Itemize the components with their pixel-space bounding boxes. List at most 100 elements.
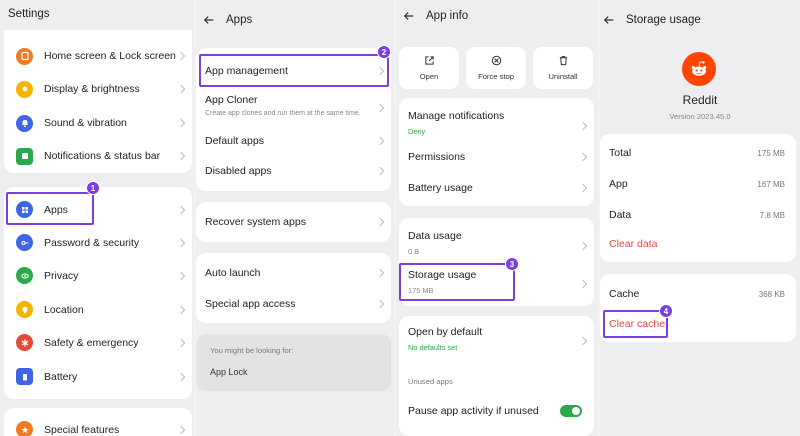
key-icon [16,234,33,251]
clear-cache-highlight-box [603,310,668,338]
trash-icon [559,56,567,66]
settings-item-label: Location [44,303,84,316]
disabled-apps-item[interactable]: Disabled apps [196,156,391,186]
data-size-label: Data [609,209,632,221]
open-by-default-item[interactable]: Open by default No defaults set [399,322,594,356]
clear-data-button[interactable]: Clear data [609,238,657,250]
app-info-header: App info [396,0,598,32]
special-app-access-label: Special app access [205,298,296,310]
reddit-app-icon [682,52,716,86]
settings-item-home-screen[interactable]: Home screen & Lock screen [4,40,192,72]
recover-system-apps-label: Recover system apps [205,216,306,228]
settings-item-location[interactable]: Location [4,293,192,326]
settings-item-label: Safety & emergency [44,336,139,349]
star-icon [16,421,33,436]
storage-breakdown-card: Total 175 MB App 167 MB Data 7.8 MB Clea… [600,134,796,262]
default-apps-item[interactable]: Default apps [196,126,391,156]
app-size-value: 167 MB [757,180,785,189]
battery-icon [16,368,33,385]
step-badge-4: 4 [659,304,673,318]
sun-icon [16,80,33,98]
data-usage-label: Data usage [408,230,462,242]
settings-item-label: Sound & vibration [44,117,127,129]
battery-usage-label: Battery usage [408,182,473,194]
settings-item-safety[interactable]: Safety & emergency [4,326,192,359]
suggestions-card: You might be looking for: App Lock [196,334,391,391]
settings-item-label: Password & security [44,236,140,249]
storage-usage-header: Storage usage [600,0,800,40]
unused-apps-heading: Unused apps [408,377,453,386]
battery-usage-item[interactable]: Battery usage [399,173,594,203]
auto-launch-item[interactable]: Auto launch [196,258,391,288]
special-app-access-item[interactable]: Special app access [196,289,391,319]
settings-item-sound[interactable]: Sound & vibration [4,107,192,139]
apps-highlight-box [6,192,94,225]
app-name: Reddit [682,93,718,107]
location-pin-icon [16,301,33,318]
back-arrow-icon[interactable] [402,9,416,23]
app-lock-link[interactable]: App Lock [210,367,248,377]
pause-activity-label: Pause app activity if unused [408,405,539,417]
asterisk-icon [16,334,33,351]
app-cloner-subtitle: Create app clones and run them at the sa… [205,110,361,117]
app-version: Version 2023.45.0 [669,112,731,121]
step-badge-1: 1 [86,181,100,195]
pause-activity-toggle[interactable] [560,405,582,417]
open-by-default-status: No defaults set [408,343,458,352]
pause-activity-item: Pause app activity if unused [399,396,594,426]
disabled-apps-label: Disabled apps [205,165,272,177]
permissions-label: Permissions [408,151,466,163]
open-button[interactable]: Open [399,47,459,89]
apps-panel: Apps App management App Cloner Create ap… [196,0,394,436]
apps-title: Apps [226,14,253,26]
manage-notifications-label: Manage notifications [408,110,505,122]
total-value: 175 MB [757,149,785,158]
open-label: Open [419,72,439,81]
uninstall-button[interactable]: Uninstall [533,47,593,89]
app-info-card-3: Open by default No defaults set Unused a… [399,316,594,436]
open-by-default-label: Open by default [408,326,483,338]
bell-icon [16,114,33,132]
app-info-card-1: Manage notifications Deny Permissions Ba… [399,98,594,206]
app-management-highlight-box [199,54,389,87]
force-stop-button[interactable]: Force stop [466,47,526,89]
home-screen-icon [16,47,33,65]
open-external-icon [424,56,434,65]
settings-item-notifications[interactable]: Notifications & status bar [4,140,192,172]
settings-item-display[interactable]: Display & brightness [4,73,192,105]
force-stop-label: Force stop [478,72,514,81]
permissions-item[interactable]: Permissions [399,142,594,172]
settings-item-label: Display & brightness [44,83,140,95]
back-arrow-icon[interactable] [202,13,216,27]
back-arrow-icon[interactable] [602,13,616,27]
manage-notifications-status: Deny [408,127,426,136]
settings-item-label: Special features [44,423,120,436]
app-cloner-label: App Cloner [205,94,258,106]
settings-item-privacy[interactable]: Privacy [4,259,192,292]
apps-card-3: Auto launch Special app access [196,253,391,323]
manage-notifications-item[interactable]: Manage notifications Deny [399,106,594,138]
apps-card-2: Recover system apps [196,202,391,242]
data-usage-item[interactable]: Data usage 0 B [399,226,594,258]
settings-item-special-features[interactable]: Special features [4,413,192,436]
data-size-value: 7.8 MB [759,211,785,220]
app-size-label: App [609,178,628,190]
settings-item-battery[interactable]: Battery [4,360,192,393]
settings-item-label: Privacy [44,269,79,282]
settings-title: Settings [8,8,50,20]
eye-icon [16,267,33,284]
auto-launch-label: Auto launch [205,267,261,279]
looking-for-label: You might be looking for: [210,346,294,355]
cache-value: 368 KB [758,290,785,299]
settings-item-label: Battery [44,370,78,383]
settings-item-password[interactable]: Password & security [4,226,192,259]
apps-header: Apps [198,0,394,40]
notification-icon [16,147,33,165]
app-cloner-item[interactable]: App Cloner Create app clones and run the… [196,90,391,126]
recover-system-apps-item[interactable]: Recover system apps [196,207,391,237]
settings-item-label: Home screen & Lock screen [44,50,176,62]
step-badge-3: 3 [505,257,519,271]
force-stop-icon [491,55,501,66]
app-info-title: App info [426,10,469,22]
settings-card-top: Home screen & Lock screen Display & brig… [4,30,192,173]
